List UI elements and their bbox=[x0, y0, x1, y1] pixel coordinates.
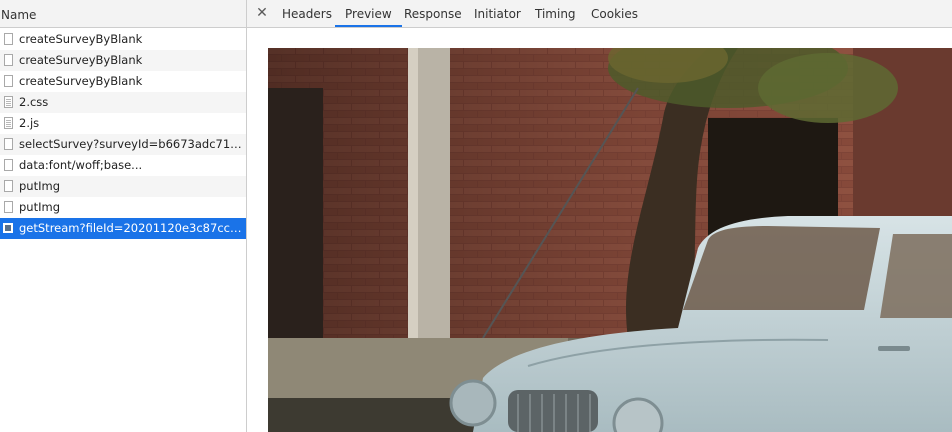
request-name: 2.js bbox=[19, 116, 40, 130]
document-icon bbox=[4, 180, 13, 192]
request-list-header[interactable]: Name bbox=[0, 0, 246, 28]
request-name: createSurveyByBlank bbox=[19, 74, 143, 88]
document-icon bbox=[4, 159, 13, 171]
document-icon bbox=[4, 54, 13, 66]
document-icon bbox=[4, 33, 13, 45]
request-row[interactable]: putImg bbox=[0, 176, 246, 197]
stylesheet-file-icon bbox=[4, 96, 13, 108]
request-name: putImg bbox=[19, 200, 60, 214]
document-icon bbox=[4, 201, 13, 213]
request-name: createSurveyByBlank bbox=[19, 53, 143, 67]
request-name: createSurveyByBlank bbox=[19, 32, 143, 46]
request-row[interactable]: createSurveyByBlank bbox=[0, 29, 246, 50]
request-row[interactable]: data:font/woff;base... bbox=[0, 155, 246, 176]
request-row[interactable]: putImg bbox=[0, 197, 246, 218]
script-file-icon bbox=[4, 117, 13, 129]
vintage-car-photo bbox=[268, 48, 952, 432]
image-file-icon bbox=[3, 223, 13, 233]
close-icon[interactable]: ✕ bbox=[255, 4, 269, 22]
detail-tabbar: ✕ Headers Preview Response Initiator Tim… bbox=[247, 0, 952, 28]
request-row[interactable]: createSurveyByBlank bbox=[0, 71, 246, 92]
request-name: selectSurvey?surveyId=b6673adc710e4c... bbox=[19, 137, 242, 151]
document-icon bbox=[4, 75, 13, 87]
request-name: putImg bbox=[19, 179, 60, 193]
devtools-network-panel: Name createSurveyByBlank createSurveyByB… bbox=[0, 0, 952, 432]
request-name: data:font/woff;base... bbox=[19, 158, 143, 172]
tab-cookies[interactable]: Cookies bbox=[591, 0, 638, 27]
tab-headers[interactable]: Headers bbox=[282, 0, 332, 27]
preview-area bbox=[247, 28, 952, 432]
document-icon bbox=[4, 138, 13, 150]
request-detail-panel: ✕ Headers Preview Response Initiator Tim… bbox=[247, 0, 952, 432]
request-name: 2.css bbox=[19, 95, 49, 109]
name-column-header[interactable]: Name bbox=[1, 8, 36, 22]
request-row[interactable]: 2.js bbox=[0, 113, 246, 134]
request-row[interactable]: 2.css bbox=[0, 92, 246, 113]
request-row[interactable]: selectSurvey?surveyId=b6673adc710e4c... bbox=[0, 134, 246, 155]
request-name: getStream?fileId=20201120e3c87cc2d5... bbox=[19, 221, 242, 235]
request-rows: createSurveyByBlank createSurveyByBlank … bbox=[0, 29, 246, 239]
tab-preview[interactable]: Preview bbox=[335, 0, 402, 27]
request-row[interactable]: createSurveyByBlank bbox=[0, 50, 246, 71]
tab-response[interactable]: Response bbox=[404, 0, 462, 27]
request-list-panel: Name createSurveyByBlank createSurveyByB… bbox=[0, 0, 246, 432]
image-preview bbox=[268, 48, 952, 432]
tab-initiator[interactable]: Initiator bbox=[474, 0, 521, 27]
request-row-selected[interactable]: getStream?fileId=20201120e3c87cc2d5... bbox=[0, 218, 246, 239]
tab-timing[interactable]: Timing bbox=[535, 0, 576, 27]
